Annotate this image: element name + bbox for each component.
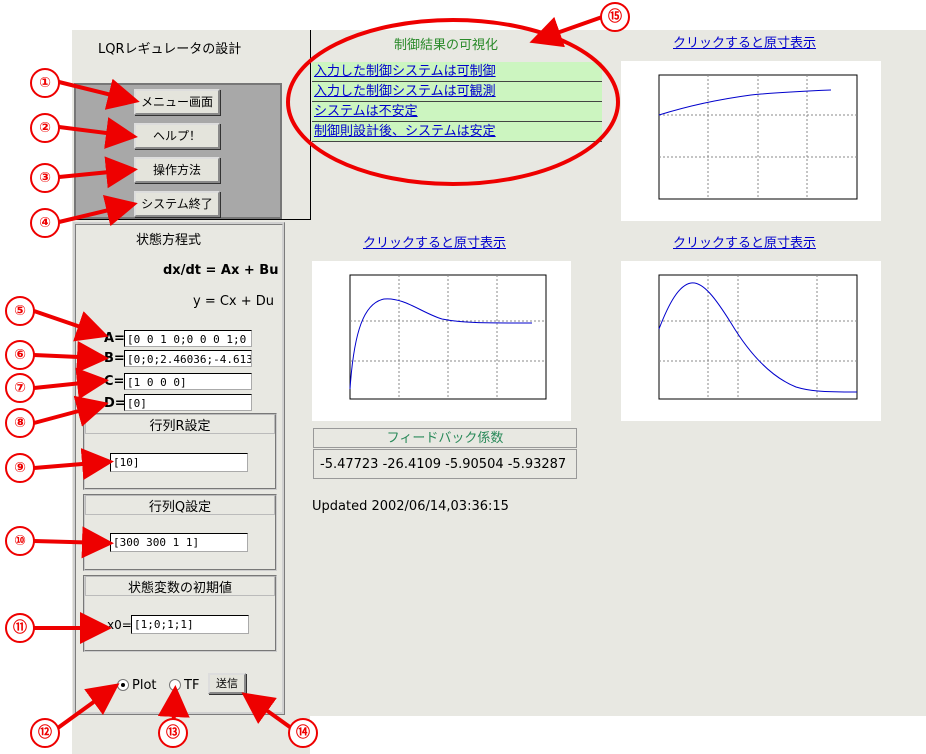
annotation-3: ③ bbox=[30, 163, 60, 193]
annotation-1: ① bbox=[30, 68, 60, 98]
annotation-11: ⑪ bbox=[5, 613, 35, 643]
annotation-2: ② bbox=[30, 113, 60, 143]
annotation-12: ⑫ bbox=[30, 718, 60, 748]
annotation-14: ⑭ bbox=[288, 718, 318, 748]
annotation-10: ⑩ bbox=[5, 526, 35, 556]
annotation-4: ④ bbox=[30, 208, 60, 238]
annotation-13: ⑬ bbox=[158, 718, 188, 748]
annotation-overlay bbox=[33, 14, 620, 733]
annotation-9: ⑨ bbox=[5, 453, 35, 483]
annotation-15: ⑮ bbox=[600, 2, 630, 32]
annotation-7: ⑦ bbox=[5, 373, 35, 403]
annotation-6: ⑥ bbox=[5, 340, 35, 370]
annotation-5: ⑤ bbox=[5, 296, 35, 326]
highlight-ellipse bbox=[286, 18, 620, 186]
annotation-8: ⑧ bbox=[5, 408, 35, 438]
